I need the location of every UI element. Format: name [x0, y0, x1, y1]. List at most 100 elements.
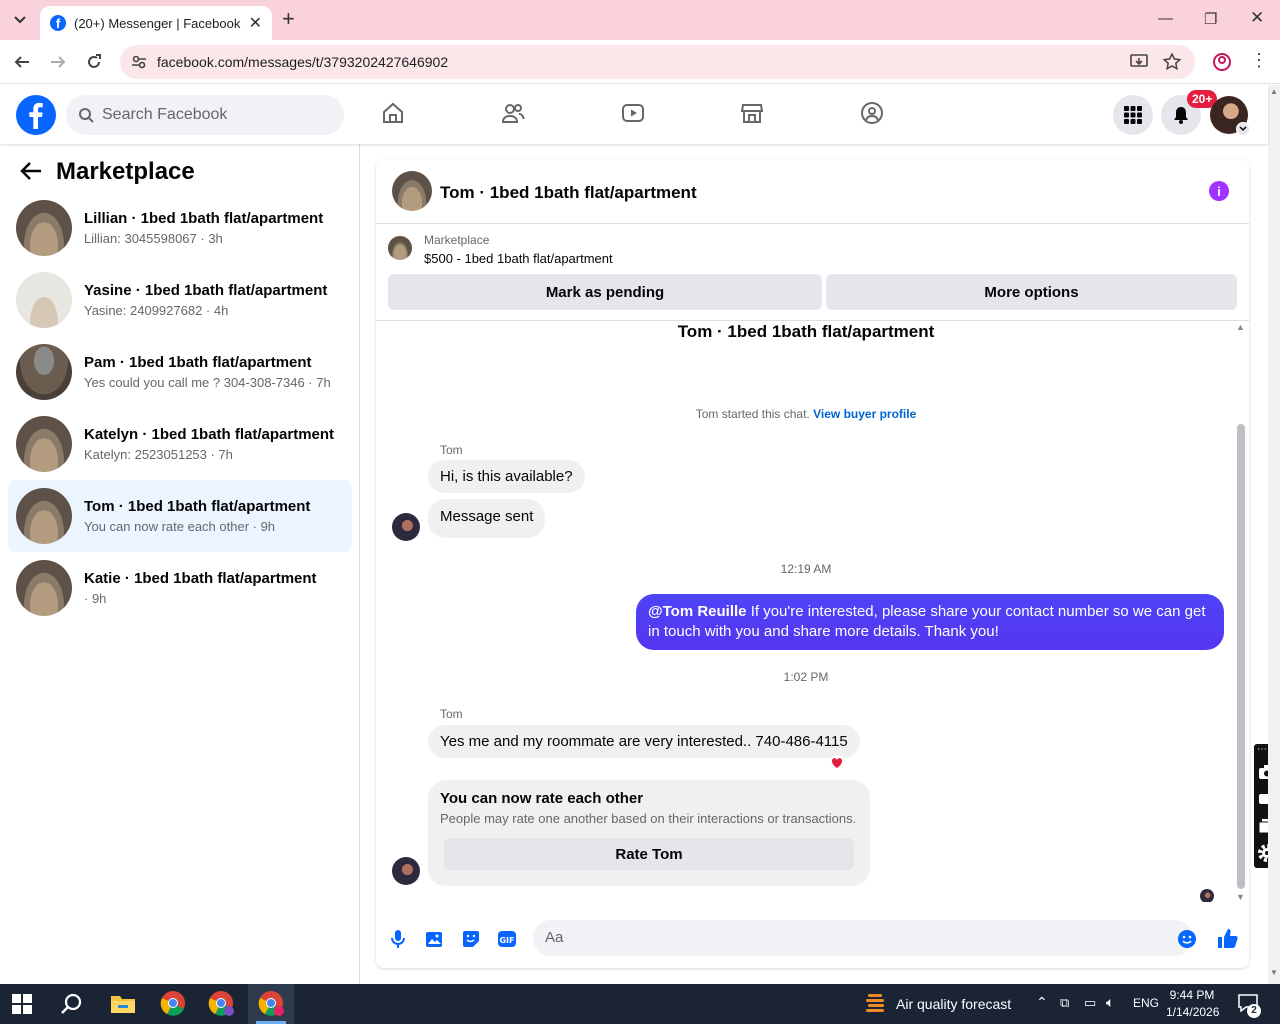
chat-title[interactable]: Tom · 1bed 1bath flat/apartment	[440, 183, 697, 203]
incoming-message[interactable]: Hi, is this available?	[428, 460, 585, 493]
scroll-up-icon[interactable]: ▲	[1270, 87, 1278, 96]
widget-menu-icon[interactable]: ⋯	[1257, 744, 1267, 755]
friends-icon[interactable]	[501, 101, 525, 125]
page-scrollbar[interactable]: ▲ ▼	[1268, 85, 1280, 984]
conversation-item[interactable]: Katelyn · 1bed 1bath flat/apartment Kate…	[8, 408, 352, 480]
language-indicator[interactable]: ENG	[1133, 996, 1159, 1010]
sender-avatar[interactable]	[392, 513, 420, 541]
thread-scrollbar[interactable]: ▲ ▼	[1236, 322, 1246, 902]
search-icon[interactable]	[60, 992, 88, 1020]
outgoing-message[interactable]: @Tom Reuille If you're interested, pleas…	[636, 594, 1224, 650]
close-window-button[interactable]: ✕	[1250, 8, 1264, 28]
marketplace-icon[interactable]	[740, 101, 764, 125]
search-icon	[79, 108, 94, 123]
view-buyer-profile-link[interactable]: View buyer profile	[813, 407, 916, 421]
conversation-item[interactable]: Katie · 1bed 1bath flat/apartment · 9h	[8, 552, 352, 624]
arrow-left-icon	[14, 56, 29, 68]
like-thumb-icon[interactable]	[1216, 927, 1238, 949]
site-settings-icon[interactable]	[131, 54, 147, 70]
marketplace-label: Marketplace	[424, 233, 490, 247]
emoji-icon[interactable]	[1177, 929, 1197, 949]
apps-grid-icon	[1124, 106, 1142, 124]
air-quality-icon[interactable]	[864, 992, 892, 1020]
close-tab-icon[interactable]: ✕	[249, 13, 262, 33]
scroll-down-icon[interactable]: ▼	[1236, 892, 1245, 902]
notification-count-badge: 2	[1247, 1004, 1261, 1018]
sticker-icon[interactable]	[461, 929, 481, 949]
conversation-name: Katelyn · 1bed 1bath flat/apartment	[84, 426, 335, 443]
listing-price-title[interactable]: $500 - 1bed 1bath flat/apartment	[424, 251, 613, 266]
reload-icon	[88, 54, 101, 68]
conversation-item[interactable]: Pam · 1bed 1bath flat/apartment Yes coul…	[8, 336, 352, 408]
network-icon[interactable]: ▭	[1084, 995, 1096, 1011]
chat-header: Tom · 1bed 1bath flat/apartment i	[376, 159, 1249, 224]
listing-thumbnail	[16, 416, 72, 472]
scroll-up-icon[interactable]: ▲	[1236, 322, 1245, 332]
camera-tray-icon[interactable]: ⧉	[1060, 995, 1069, 1011]
listing-thumbnail	[16, 344, 72, 400]
microphone-icon[interactable]	[390, 929, 406, 949]
address-bar[interactable]: facebook.com/messages/t/3793202427646902	[120, 45, 1195, 79]
mark-as-pending-button[interactable]: Mark as pending	[388, 274, 822, 310]
minimize-window-button[interactable]: —	[1158, 10, 1173, 27]
message-thread: Tom · 1bed 1bath flat/apartment Tom star…	[376, 322, 1249, 902]
sender-name: Tom	[440, 443, 463, 457]
scrollbar-thumb[interactable]	[1237, 424, 1245, 889]
video-icon[interactable]	[621, 101, 645, 125]
browser-menu-icon[interactable]: ⋮	[1250, 50, 1268, 70]
chat-panel: Tom · 1bed 1bath flat/apartment i Market…	[376, 159, 1249, 968]
scroll-down-icon[interactable]: ▼	[1270, 968, 1278, 977]
show-hidden-icons[interactable]: ⌃	[1036, 994, 1048, 1011]
back-button[interactable]	[11, 51, 33, 73]
chat-listing-thumbnail[interactable]	[392, 171, 432, 211]
conversation-item[interactable]: Lillian · 1bed 1bath flat/apartment Lill…	[8, 192, 352, 264]
mention-tag[interactable]: @Tom Reuille	[648, 603, 747, 620]
listing-thumbnail	[16, 200, 72, 256]
rate-tom-button[interactable]: Rate Tom	[444, 838, 854, 870]
incoming-message[interactable]: Message sent	[428, 499, 546, 538]
restore-window-button[interactable]: ❐	[1204, 10, 1217, 28]
profile-icon[interactable]	[1212, 52, 1232, 72]
search-input[interactable]: Search Facebook	[66, 95, 344, 135]
home-icon[interactable]	[381, 101, 405, 125]
svg-text:GIF: GIF	[499, 936, 514, 945]
conversation-item[interactable]: Yasine · 1bed 1bath flat/apartment Yasin…	[8, 264, 352, 336]
sender-avatar[interactable]	[392, 857, 420, 885]
message-input[interactable]: Aa	[533, 920, 1193, 956]
arrow-right-icon	[51, 56, 66, 68]
windows-start-icon[interactable]	[12, 994, 40, 1022]
groups-icon[interactable]	[860, 101, 884, 125]
listing-thumbnail	[16, 488, 72, 544]
conversation-name: Yasine · 1bed 1bath flat/apartment	[84, 282, 328, 299]
reload-button[interactable]	[83, 51, 105, 73]
back-arrow-icon[interactable]	[20, 161, 42, 181]
incoming-message[interactable]: Yes me and my roommate are very interest…	[428, 725, 860, 758]
forward-button[interactable]	[47, 51, 69, 73]
chrome-profile-icon[interactable]	[208, 990, 236, 1018]
heart-reaction-icon[interactable]	[829, 755, 845, 770]
gif-icon[interactable]: GIF	[497, 929, 517, 949]
install-app-icon[interactable]	[1130, 54, 1148, 70]
message-composer: GIF Aa	[376, 912, 1249, 962]
conversation-item-active[interactable]: Tom · 1bed 1bath flat/apartment You can …	[8, 480, 352, 552]
chrome-icon[interactable]	[160, 990, 188, 1018]
file-explorer-icon[interactable]	[110, 990, 138, 1018]
menu-button[interactable]	[1113, 95, 1153, 135]
volume-icon[interactable]: 🔈︎	[1106, 994, 1114, 1011]
weather-widget-text[interactable]: Air quality forecast	[896, 996, 1011, 1012]
active-app-highlight[interactable]	[248, 984, 294, 1024]
facebook-favicon-icon: f	[50, 15, 66, 31]
account-chevron-icon[interactable]	[1236, 122, 1250, 136]
facebook-logo-icon[interactable]	[16, 95, 56, 135]
more-options-button[interactable]: More options	[826, 274, 1237, 310]
info-icon[interactable]: i	[1209, 181, 1229, 201]
bookmark-star-icon[interactable]	[1163, 53, 1181, 71]
browser-tab-active[interactable]: f (20+) Messenger | Facebook ✕	[40, 6, 272, 40]
clock-time: 9:44 PM	[1169, 988, 1215, 1002]
tab-search-dropdown[interactable]	[8, 8, 32, 32]
new-tab-button[interactable]: +	[282, 8, 295, 30]
conversation-preview: You can now rate each other · 9h	[84, 519, 276, 534]
photo-icon[interactable]	[425, 929, 445, 949]
clock-date: 1/14/2026	[1166, 1005, 1220, 1019]
taskbar-clock[interactable]: 9:44 PM 1/14/2026	[1166, 987, 1220, 1021]
